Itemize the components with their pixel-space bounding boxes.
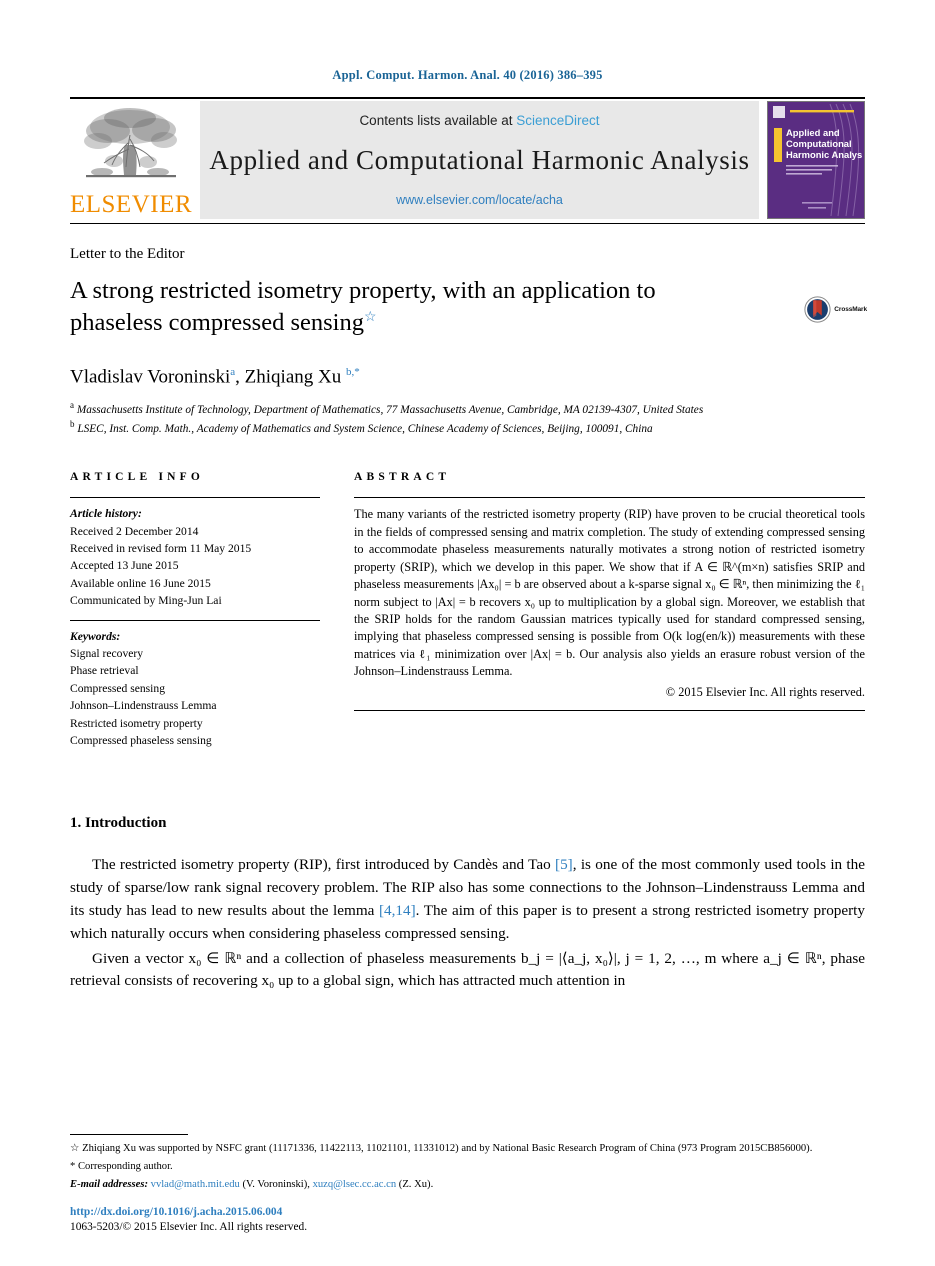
masthead-bottom-rule — [70, 223, 865, 224]
keyword-item: Phase retrieval — [70, 664, 139, 678]
history-item: Communicated by Ming-Jun Lai — [70, 594, 222, 608]
abstract-text: The many variants of the restricted isom… — [354, 507, 865, 679]
introduction-paragraph-2: Given a vector x₀ ∈ ℝⁿ and a collection … — [70, 949, 865, 990]
author-1-affiliation-mark: a — [230, 365, 236, 378]
journal-article-page: Appl. Comput. Harmon. Anal. 40 (2016) 38… — [0, 0, 935, 1266]
article-history-label: Article history: — [70, 507, 142, 521]
corresponding-author-footnote: * Corresponding author. — [70, 1159, 865, 1174]
article-info-column: ARTICLE INFO Article history: Received 2… — [70, 471, 320, 749]
keyword-item: Compressed phaseless sensing — [70, 733, 212, 747]
citation-link-4-14[interactable]: [4,14] — [379, 902, 416, 919]
paper-title-line1: A strong restricted isometry property, w… — [70, 277, 656, 304]
funding-footnote: ☆ Zhiqiang Xu was supported by NSFC gran… — [70, 1141, 865, 1156]
keywords-block: Keywords: Signal recovery Phase retrieva… — [70, 621, 320, 750]
email-link-1[interactable]: vvlad@math.mit.edu — [151, 1179, 240, 1190]
keyword-item: Restricted isometry property — [70, 716, 203, 730]
sciencedirect-link[interactable]: ScienceDirect — [516, 113, 599, 128]
keyword-item: Signal recovery — [70, 647, 144, 660]
journal-masthead: ELSEVIER Contents lists available at Sci… — [70, 101, 865, 219]
crossmark-icon — [804, 296, 831, 323]
history-item: Accepted 13 June 2015 — [70, 559, 179, 573]
funding-footnote-mark: ☆ — [70, 1142, 80, 1154]
journal-cover-thumbnail: Applied and Computational Harmonic Analy… — [767, 101, 865, 219]
corresponding-author-mark: * — [70, 1160, 76, 1172]
author-name-2: Zhiqiang Xu — [244, 365, 342, 387]
paper-title-line2: phaseless compressed sensing — [70, 309, 364, 337]
email-link-2[interactable]: xuzq@lsec.cc.ac.cn — [313, 1179, 397, 1190]
funding-footnote-text: Zhiqiang Xu was supported by NSFC grant … — [82, 1142, 813, 1154]
affiliation-b-mark: b — [70, 419, 75, 430]
abstract-rule-bottom — [354, 709, 865, 711]
svg-text:Computational: Computational — [786, 138, 852, 149]
history-item: Available online 16 June 2015 — [70, 576, 211, 590]
citation-link-5[interactable]: [5] — [555, 856, 573, 873]
contents-prefix: Contents lists available at — [359, 113, 517, 128]
author-2-affiliation-mark: b,* — [346, 365, 360, 378]
article-type-kicker: Letter to the Editor — [70, 246, 185, 262]
section-heading-introduction: 1. Introduction — [70, 815, 167, 832]
crossmark-badge[interactable]: CrossMark — [804, 296, 867, 323]
author-list: Vladislav Voroninskia, Zhiqiang Xu b,* — [70, 365, 360, 387]
footnote-rule — [70, 1133, 188, 1135]
elsevier-wordmark: ELSEVIER — [69, 191, 193, 218]
doi-link[interactable]: http://dx.doi.org/10.1016/j.acha.2015.06… — [70, 1205, 307, 1221]
contents-available-line: Contents lists available at ScienceDirec… — [359, 113, 599, 128]
introduction-paragraph-1: The restricted isometry property (RIP), … — [70, 854, 865, 945]
page-footnotes: ☆ Zhiqiang Xu was supported by NSFC gran… — [70, 1133, 865, 1192]
email-owner-1: (V. Voroninski) — [242, 1178, 308, 1190]
masthead-top-rule — [70, 97, 865, 99]
history-item: Received in revised form 11 May 2015 — [70, 542, 252, 556]
info-abstract-region: ARTICLE INFO Article history: Received 2… — [70, 471, 865, 749]
keywords-label: Keywords: — [70, 629, 121, 643]
abstract-copyright: © 2015 Elsevier Inc. All rights reserved… — [665, 684, 865, 699]
email-addresses-label: E-mail addresses: — [70, 1178, 148, 1190]
journal-band: Contents lists available at ScienceDirec… — [200, 101, 759, 219]
crossmark-label: CrossMark — [834, 306, 867, 313]
svg-text:Harmonic Analysis: Harmonic Analysis — [786, 149, 862, 160]
article-history-block: Article history: Received 2 December 201… — [70, 498, 320, 609]
para1-part-a: The restricted isometry property (RIP), … — [92, 856, 556, 874]
journal-homepage-link[interactable]: www.elsevier.com/locate/acha — [396, 193, 563, 207]
email-addresses-footnote: E-mail addresses: vvlad@math.mit.edu (V.… — [70, 1178, 434, 1190]
elsevier-logo: ELSEVIER — [70, 101, 192, 219]
affiliation-b: LSEC, Inst. Comp. Math., Academy of Math… — [77, 422, 653, 435]
journal-title: Applied and Computational Harmonic Analy… — [209, 145, 750, 175]
corresponding-author-text: Corresponding author. — [77, 1160, 173, 1172]
keyword-item: Compressed sensing — [70, 681, 165, 695]
issn-copyright-line: 1063-5203/© 2015 Elsevier Inc. All right… — [70, 1221, 308, 1234]
page-title: A strong restricted isometry property, w… — [70, 275, 770, 340]
abstract-heading: ABSTRACT — [354, 471, 451, 484]
running-head: Appl. Comput. Harmon. Anal. 40 (2016) 38… — [332, 68, 603, 82]
email-owner-2: (Z. Xu). — [398, 1178, 434, 1190]
svg-text:Applied and: Applied and — [786, 127, 840, 138]
affiliation-a-mark: a — [70, 399, 74, 410]
article-info-heading: ARTICLE INFO — [70, 471, 205, 484]
elsevier-tree-icon — [84, 108, 177, 178]
author-name-1: Vladislav Voroninski — [70, 365, 231, 387]
doi-and-issn-block: http://dx.doi.org/10.1016/j.acha.2015.06… — [70, 1205, 307, 1236]
abstract-column: ABSTRACT The many variants of the restri… — [354, 471, 865, 749]
title-footnote-mark[interactable]: ☆ — [364, 310, 377, 325]
affiliation-a: Massachusetts Institute of Technology, D… — [76, 403, 704, 416]
affiliation-list: a Massachusetts Institute of Technology,… — [70, 399, 770, 437]
keyword-item: Johnson–Lindenstrauss Lemma — [70, 699, 217, 713]
cover-artwork: Applied and Computational Harmonic Analy… — [768, 102, 864, 218]
history-item: Received 2 December 2014 — [70, 524, 199, 538]
